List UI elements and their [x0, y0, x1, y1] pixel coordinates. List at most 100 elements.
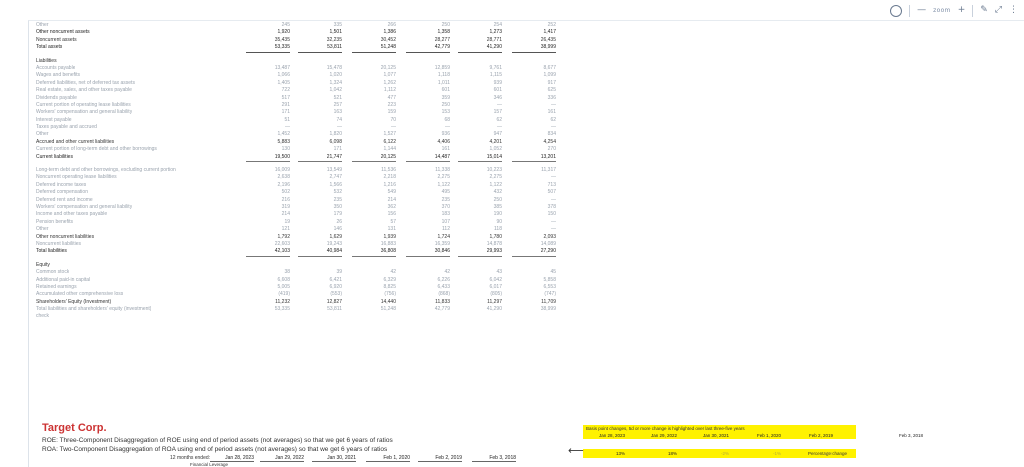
noncurrent-liability-cell[interactable]: 121: [246, 226, 290, 233]
liability-cell[interactable]: 1,099: [512, 72, 556, 79]
minimize-button[interactable]: —: [917, 3, 926, 18]
liability-cell[interactable]: 19,500: [246, 154, 290, 163]
equity-cell[interactable]: 6,017: [458, 284, 502, 291]
noncurrent-liability-cell[interactable]: 216: [246, 197, 290, 204]
noncurrent-liability-cell[interactable]: 2,093: [512, 234, 556, 241]
equity-cell[interactable]: 6,553: [512, 284, 556, 291]
liability-cell[interactable]: 74: [298, 117, 342, 124]
equity-cell[interactable]: (553): [298, 291, 342, 298]
equity-cell[interactable]: (419): [246, 291, 290, 298]
noncurrent-liability-cell[interactable]: 1,216: [352, 182, 396, 189]
noncurrent-liability-cell[interactable]: 16,009: [246, 167, 290, 174]
noncurrent-liability-cell[interactable]: 11,536: [352, 167, 396, 174]
liability-cell[interactable]: 171: [298, 146, 342, 153]
liability-cell[interactable]: 4,406: [406, 139, 450, 146]
liability-cell[interactable]: 257: [298, 102, 342, 109]
liability-cell[interactable]: —: [298, 124, 342, 131]
noncurrent-liability-cell[interactable]: 713: [512, 182, 556, 189]
liability-cell[interactable]: 4,201: [458, 139, 502, 146]
liability-cell[interactable]: 51: [246, 117, 290, 124]
equity-cell[interactable]: (805): [458, 291, 502, 298]
asset-cell[interactable]: 245: [246, 22, 290, 29]
asset-cell[interactable]: 335: [298, 22, 342, 29]
asset-cell[interactable]: 41,290: [458, 44, 502, 53]
liability-cell[interactable]: 291: [246, 102, 290, 109]
liability-cell[interactable]: 1,118: [406, 72, 450, 79]
liability-cell[interactable]: 223: [352, 102, 396, 109]
noncurrent-liability-cell[interactable]: 235: [406, 197, 450, 204]
liability-cell[interactable]: 20,125: [352, 65, 396, 72]
liability-cell[interactable]: 1,144: [352, 146, 396, 153]
liability-cell[interactable]: 1,527: [352, 131, 396, 138]
noncurrent-liability-cell[interactable]: 2,275: [458, 174, 502, 181]
noncurrent-liability-cell[interactable]: —: [512, 174, 556, 181]
equity-cell[interactable]: 8,825: [352, 284, 396, 291]
annotate-icon[interactable]: ✎: [980, 3, 988, 18]
liability-cell[interactable]: 8,677: [512, 65, 556, 72]
noncurrent-liability-cell[interactable]: 250: [458, 197, 502, 204]
noncurrent-liability-cell[interactable]: 432: [458, 189, 502, 196]
asset-cell[interactable]: 28,277: [406, 37, 450, 44]
asset-cell[interactable]: 1,501: [298, 29, 342, 36]
liability-cell[interactable]: 834: [512, 131, 556, 138]
liability-cell[interactable]: —: [458, 124, 502, 131]
liability-cell[interactable]: 13,201: [512, 154, 556, 163]
liability-cell[interactable]: 13,487: [246, 65, 290, 72]
noncurrent-liability-cell[interactable]: 1,566: [298, 182, 342, 189]
noncurrent-liability-cell[interactable]: 107: [406, 219, 450, 226]
liability-cell[interactable]: 130: [246, 146, 290, 153]
noncurrent-liability-cell[interactable]: 214: [246, 211, 290, 218]
liability-cell[interactable]: 9,761: [458, 65, 502, 72]
liability-cell[interactable]: —: [406, 124, 450, 131]
noncurrent-liability-cell[interactable]: 350: [298, 204, 342, 211]
noncurrent-liability-cell[interactable]: 1,939: [352, 234, 396, 241]
asset-cell[interactable]: 28,771: [458, 37, 502, 44]
equity-cell[interactable]: (868): [406, 291, 450, 298]
liability-cell[interactable]: 1,011: [406, 80, 450, 87]
noncurrent-liability-cell[interactable]: 235: [298, 197, 342, 204]
equity-cell[interactable]: 6,226: [406, 277, 450, 284]
liability-cell[interactable]: 20,125: [352, 154, 396, 163]
liability-cell[interactable]: 601: [406, 87, 450, 94]
liability-cell[interactable]: 171: [246, 109, 290, 116]
liability-cell[interactable]: 1,405: [246, 80, 290, 87]
asset-cell[interactable]: 42,779: [406, 44, 450, 53]
noncurrent-liability-cell[interactable]: 532: [298, 189, 342, 196]
equity-cell[interactable]: 12,827: [298, 299, 342, 306]
noncurrent-liability-cell[interactable]: 13,549: [298, 167, 342, 174]
asset-cell[interactable]: 53,335: [246, 44, 290, 53]
noncurrent-liability-cell[interactable]: 385: [458, 204, 502, 211]
asset-cell[interactable]: 252: [512, 22, 556, 29]
liability-cell[interactable]: 936: [406, 131, 450, 138]
liability-cell[interactable]: 625: [512, 87, 556, 94]
liability-cell[interactable]: 4,254: [512, 139, 556, 146]
liability-cell[interactable]: 6,098: [298, 139, 342, 146]
noncurrent-liability-cell[interactable]: 1,724: [406, 234, 450, 241]
liability-cell[interactable]: —: [458, 102, 502, 109]
liability-cell[interactable]: 163: [298, 109, 342, 116]
expand-icon[interactable]: ⤢: [995, 3, 1002, 18]
liability-cell[interactable]: 1,820: [298, 131, 342, 138]
asset-cell[interactable]: 26,435: [512, 37, 556, 44]
noncurrent-liability-cell[interactable]: 57: [352, 219, 396, 226]
noncurrent-liability-cell[interactable]: 507: [512, 189, 556, 196]
liability-cell[interactable]: 270: [512, 146, 556, 153]
noncurrent-liability-cell[interactable]: 183: [406, 211, 450, 218]
liability-cell[interactable]: 1,020: [298, 72, 342, 79]
noncurrent-liability-cell[interactable]: 90: [458, 219, 502, 226]
noncurrent-liability-cell[interactable]: 118: [458, 226, 502, 233]
asset-cell[interactable]: 254: [458, 22, 502, 29]
equity-cell[interactable]: 14,440: [352, 299, 396, 306]
noncurrent-liability-cell[interactable]: 549: [352, 189, 396, 196]
equity-cell[interactable]: 41,290: [458, 306, 502, 313]
equity-cell[interactable]: 11,833: [406, 299, 450, 306]
equity-cell[interactable]: 6,329: [352, 277, 396, 284]
record-icon[interactable]: [890, 4, 903, 17]
equity-cell[interactable]: 6,433: [406, 284, 450, 291]
noncurrent-liability-cell[interactable]: 2,747: [298, 174, 342, 181]
liability-cell[interactable]: 15,478: [298, 65, 342, 72]
liability-cell[interactable]: 14,487: [406, 154, 450, 163]
percentage-change-value[interactable]: -1%: [741, 449, 781, 458]
liability-cell[interactable]: 12,859: [406, 65, 450, 72]
liability-cell[interactable]: —: [512, 124, 556, 131]
